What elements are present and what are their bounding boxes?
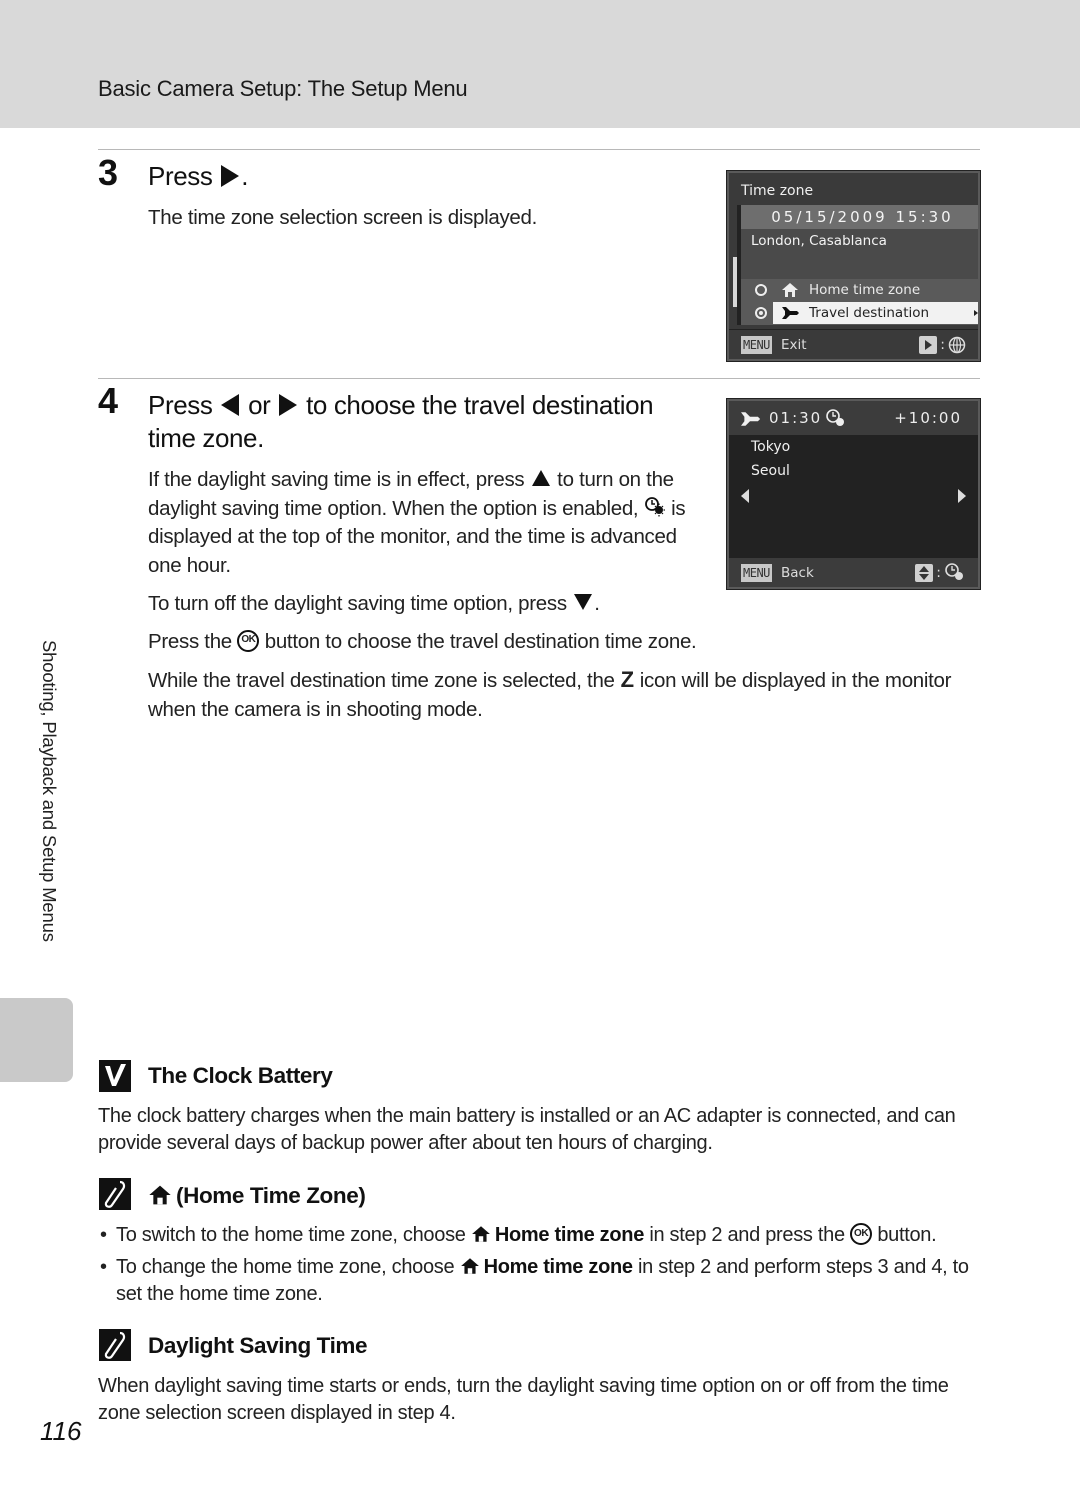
text: To switch to the home time zone, choose <box>116 1224 466 1246</box>
note-body: When daylight saving time starts or ends… <box>98 1375 949 1424</box>
page-number: 116 <box>40 1416 82 1446</box>
chapter-tab-label: Shooting, Playback and Setup Menus <box>39 640 60 942</box>
colon: : <box>940 337 945 353</box>
multi-selector-up-icon <box>531 469 550 486</box>
text: While the travel destination time zone i… <box>148 669 615 692</box>
text: . <box>594 592 600 615</box>
menu-key-icon: MENU <box>741 336 772 354</box>
time-zone-panel: 05/15/2009 15:30 London, Casablanca Home… <box>737 205 978 325</box>
step-heading: Press or to choose the travel destinatio… <box>148 389 708 455</box>
step-heading-suffix: . <box>241 161 249 191</box>
camera-screen-travel-destination: 01:30 +10:00 Tokyo Seoul MENU Back : <box>726 398 981 590</box>
date-time-readout: 05/15/2009 15:30 <box>741 205 978 229</box>
text: If the daylight saving time is in effect… <box>148 468 525 491</box>
colon: : <box>936 565 941 581</box>
step-paragraph: Press the OK button to choose the travel… <box>148 628 978 657</box>
text: Press the <box>148 630 232 653</box>
utc-offset-readout: +10:00 <box>894 409 962 427</box>
ok-button-icon: OK <box>237 629 260 652</box>
multi-selector-right-icon <box>279 394 298 417</box>
camera-screen-time-zone: Time zone 05/15/2009 15:30 London, Casab… <box>726 170 981 362</box>
header-band <box>0 0 1080 128</box>
home-icon <box>471 1225 490 1242</box>
text: To change the home time zone, choose <box>116 1256 455 1278</box>
travel-destination-icon: Z <box>620 667 634 692</box>
home-icon <box>149 1185 171 1205</box>
step-heading-text: time zone. <box>148 423 264 453</box>
footer-label: Exit <box>781 337 807 353</box>
menu-key-icon: MENU <box>741 564 772 582</box>
multi-selector-down-icon <box>574 593 593 610</box>
radio-unselected-icon <box>755 284 767 296</box>
screen-title: Time zone <box>741 183 814 199</box>
step-number: 4 <box>98 380 119 421</box>
airplane-icon <box>782 307 799 319</box>
step-heading-text: to choose the travel destination <box>306 390 654 420</box>
daylight-saving-icon <box>826 409 844 426</box>
submenu-arrow-icon <box>974 310 978 316</box>
option-label: Travel destination <box>809 305 930 321</box>
step-heading-text: Press <box>148 390 213 420</box>
radio-selected-icon <box>755 307 767 319</box>
screen-top-bar: 01:30 +10:00 <box>729 401 978 435</box>
scroll-left-icon[interactable] <box>741 489 749 503</box>
scroll-right-icon[interactable] <box>958 489 966 503</box>
option-home-time-zone[interactable]: Home time zone <box>741 279 978 301</box>
globe-icon <box>948 336 966 354</box>
step-heading: Press . <box>148 160 249 193</box>
step-heading-or: or <box>248 390 271 420</box>
footer-label: Back <box>781 565 814 581</box>
multi-selector-left-icon <box>221 394 240 417</box>
multi-selector-up-down-icon <box>915 564 934 582</box>
menu-option-ref: Home time zone <box>483 1256 633 1278</box>
note-bullet-list: To switch to the home time zone, choose … <box>98 1222 988 1313</box>
city-name: Seoul <box>751 463 790 479</box>
chapter-tab <box>0 998 73 1082</box>
home-icon <box>460 1257 479 1274</box>
footer-hint: : <box>919 336 966 354</box>
step-description: The time zone selection screen is displa… <box>148 206 538 229</box>
option-label: Home time zone <box>809 282 921 298</box>
note-title: Daylight Saving Time <box>148 1333 368 1358</box>
multi-selector-right-icon <box>919 336 938 354</box>
text: To turn off the daylight saving time opt… <box>148 592 567 615</box>
local-time-readout: 01:30 <box>769 409 823 427</box>
list-item: To change the home time zone, choose Hom… <box>98 1254 988 1308</box>
note-title: The Clock Battery <box>148 1063 333 1088</box>
city-name: Tokyo <box>751 439 791 455</box>
pencil-note-icon <box>99 1178 131 1210</box>
multi-selector-right-icon <box>221 165 240 188</box>
daylight-saving-icon <box>945 563 963 580</box>
menu-option-ref: Home time zone <box>494 1224 645 1246</box>
section-title: Basic Camera Setup: The Setup Menu <box>98 76 468 101</box>
city-name: London, Casablanca <box>751 233 887 249</box>
text: button to choose the travel destination … <box>264 630 697 653</box>
screen-footer: MENU Back : <box>729 557 978 587</box>
step-paragraph: While the travel destination time zone i… <box>148 666 978 724</box>
step-paragraph: To turn off the daylight saving time opt… <box>148 590 748 619</box>
check-icon <box>99 1060 131 1092</box>
airplane-icon <box>741 412 761 426</box>
step-number: 3 <box>98 152 119 193</box>
step-heading-text: Press <box>148 161 213 191</box>
step-paragraph: If the daylight saving time is in effect… <box>148 466 703 580</box>
options-area: Home time zone Travel destination <box>741 279 978 325</box>
text: button. <box>877 1224 937 1246</box>
divider <box>98 378 980 379</box>
divider <box>98 149 980 150</box>
home-icon <box>782 283 798 297</box>
pencil-note-icon <box>99 1329 131 1361</box>
screen-footer: MENU Exit : <box>729 329 978 359</box>
text: in step 2 and press the <box>649 1224 845 1246</box>
list-item: To switch to the home time zone, choose … <box>98 1222 988 1249</box>
footer-hint: : <box>915 563 966 582</box>
note-body: The clock battery charges when the main … <box>98 1105 956 1154</box>
note-title: (Home Time Zone) <box>148 1183 366 1209</box>
daylight-saving-icon <box>644 497 665 517</box>
ok-button-icon: OK <box>850 1222 873 1245</box>
note-title-text: (Home Time Zone) <box>176 1183 366 1208</box>
option-travel-destination[interactable]: Travel destination <box>741 302 978 324</box>
